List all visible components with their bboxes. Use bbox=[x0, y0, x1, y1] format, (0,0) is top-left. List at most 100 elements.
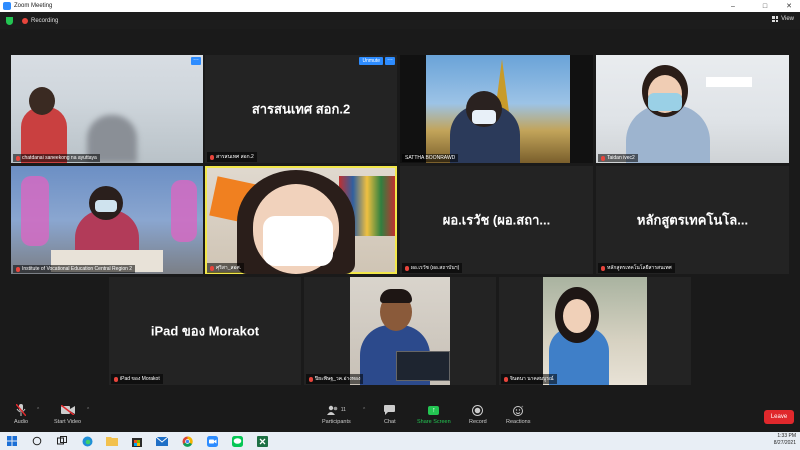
video-tile[interactable]: จินตนา นาคสมบูรณ์ bbox=[499, 277, 691, 385]
meeting-topbar: Recording View bbox=[0, 12, 800, 29]
clock-time: 1:33 PM bbox=[777, 433, 796, 439]
meeting-toolbar: Audio ⌃ Start Video ⌃ 11 Participants ⌃ … bbox=[0, 400, 800, 432]
file-explorer-icon[interactable] bbox=[105, 434, 119, 448]
microphone-muted-icon bbox=[16, 404, 27, 416]
flowers-left bbox=[21, 176, 49, 246]
participant-display-name: สารสนเทศ สอก.2 bbox=[251, 101, 351, 117]
store-icon[interactable] bbox=[130, 434, 144, 448]
windows-start-icon[interactable] bbox=[5, 434, 19, 448]
participant-name-tag: ผอ.เรวัช (ผอ.สถาบันฯ) bbox=[402, 263, 463, 273]
mic-muted-icon bbox=[405, 265, 409, 271]
participant-name-tag: Institute of Vocational Education Centra… bbox=[13, 265, 136, 273]
window-titlebar: Zoom Meeting – □ ✕ bbox=[0, 0, 800, 12]
face-mask bbox=[263, 216, 333, 266]
video-tile[interactable]: Taidan ivec2 bbox=[596, 55, 789, 163]
chrome-icon[interactable] bbox=[180, 434, 194, 448]
recording-dot-icon bbox=[22, 17, 28, 24]
mic-muted-icon bbox=[601, 155, 605, 161]
zoom-logo-icon bbox=[3, 2, 11, 10]
participant-name-tag: ศุริสา_สอศ. bbox=[207, 263, 245, 273]
participants-icon: 11 bbox=[326, 404, 346, 416]
maximize-button[interactable]: □ bbox=[754, 0, 776, 12]
chat-button[interactable]: Chat bbox=[384, 404, 396, 425]
share-screen-icon: ↑ bbox=[428, 404, 440, 416]
audio-options-caret[interactable]: ⌃ bbox=[36, 407, 40, 413]
participant-name-tag: iPad ของ Morakot bbox=[111, 374, 163, 384]
video-tile[interactable]: SATTHA BOONRAWD bbox=[400, 55, 593, 163]
face-mask bbox=[95, 200, 117, 212]
video-tile-active-speaker[interactable]: ศุริสา_สอศ. bbox=[205, 166, 397, 274]
mic-muted-icon bbox=[601, 265, 605, 271]
mic-muted-icon bbox=[210, 265, 214, 271]
face-mask bbox=[648, 93, 682, 111]
participant-head bbox=[29, 87, 55, 115]
reactions-button[interactable]: + Reactions bbox=[506, 404, 530, 426]
mic-muted-icon bbox=[504, 376, 508, 382]
video-gallery: … chatdanai saneekong na ayuttaya สารสนเ… bbox=[0, 29, 800, 400]
flowers-right bbox=[171, 180, 197, 242]
laptop bbox=[396, 351, 450, 381]
chat-bubble-icon bbox=[384, 404, 396, 416]
mic-muted-icon bbox=[114, 376, 118, 382]
air-conditioner bbox=[706, 77, 752, 87]
more-options-button[interactable]: … bbox=[191, 56, 201, 65]
video-tile[interactable]: … chatdanai saneekong na ayuttaya bbox=[11, 55, 203, 163]
video-tile[interactable]: สารสนเทศ สอก.2 Unmute … สารสนเทศ สอก.2 bbox=[205, 55, 397, 163]
video-tile[interactable]: Institute of Vocational Education Centra… bbox=[11, 166, 203, 274]
face-mask bbox=[472, 110, 496, 124]
zoom-app-icon[interactable] bbox=[205, 434, 219, 448]
participant-name-tag: จินตนา นาคสมบูรณ์ bbox=[501, 374, 557, 384]
participant-name-tag: หลักสูตรเทคโนโลยีสารสนเทศ bbox=[598, 263, 675, 273]
more-options-button[interactable]: … bbox=[385, 56, 395, 65]
mic-muted-icon bbox=[16, 266, 20, 272]
task-view-icon[interactable] bbox=[55, 434, 69, 448]
line-app-icon[interactable] bbox=[230, 434, 244, 448]
video-tile[interactable]: ผอ.เรวัช (ผอ.สถา... ผอ.เรวัช (ผอ.สถาบันฯ… bbox=[400, 166, 593, 274]
svg-text:+: + bbox=[521, 405, 524, 409]
video-options-caret[interactable]: ⌃ bbox=[86, 407, 90, 413]
view-label: View bbox=[781, 16, 794, 22]
video-tile[interactable]: iPad ของ Morakot iPad ของ Morakot bbox=[109, 277, 301, 385]
participant-name-tag: สารสนเทศ สอก.2 bbox=[207, 152, 257, 162]
mic-muted-icon bbox=[210, 154, 214, 160]
view-button[interactable]: View bbox=[772, 16, 794, 22]
windows-taskbar: 1:33 PM 8/27/2021 bbox=[0, 432, 800, 450]
participant-face bbox=[563, 299, 591, 333]
leave-button[interactable]: Leave bbox=[764, 410, 794, 424]
minimize-button[interactable]: – bbox=[722, 0, 744, 12]
window-title: Zoom Meeting bbox=[14, 3, 53, 9]
participant-name-tag: ปิยะพิษฐ_วค.อ่างทอง bbox=[306, 374, 364, 384]
record-button[interactable]: Record bbox=[469, 404, 487, 425]
participant-display-name: ผอ.เรวัช (ผอ.สถา... bbox=[442, 212, 551, 228]
participant-display-name: iPad ของ Morakot bbox=[150, 323, 260, 339]
participants-button[interactable]: 11 Participants bbox=[322, 404, 351, 425]
participant-name-tag: chatdanai saneekong na ayuttaya bbox=[13, 154, 100, 162]
video-tile[interactable]: ปิยะพิษฐ_วค.อ่างทอง bbox=[304, 277, 496, 385]
camera-off-icon bbox=[60, 404, 75, 416]
share-screen-button[interactable]: ↑ Share Screen bbox=[417, 404, 451, 425]
start-video-button[interactable]: Start Video bbox=[54, 404, 81, 425]
participant-display-name: หลักสูตรเทคโนโล... bbox=[636, 212, 749, 228]
participant-name-tag: Taidan ivec2 bbox=[598, 154, 638, 162]
participant-hair bbox=[380, 289, 412, 303]
encryption-shield-icon[interactable] bbox=[6, 16, 13, 25]
system-clock[interactable]: 1:33 PM 8/27/2021 bbox=[774, 433, 796, 447]
participant-name-tag: SATTHA BOONRAWD bbox=[402, 154, 459, 162]
mic-muted-icon bbox=[16, 155, 20, 161]
edge-browser-icon[interactable] bbox=[80, 434, 94, 448]
participants-count: 11 bbox=[340, 407, 346, 413]
close-button[interactable]: ✕ bbox=[778, 0, 800, 12]
clock-date: 8/27/2021 bbox=[773, 440, 796, 446]
participants-options-caret[interactable]: ⌃ bbox=[362, 407, 366, 413]
smiley-plus-icon: + bbox=[512, 404, 524, 416]
video-tile[interactable]: หลักสูตรเทคโนโล... หลักสูตรเทคโนโลยีสารส… bbox=[596, 166, 789, 274]
excel-icon[interactable] bbox=[255, 434, 269, 448]
mail-icon[interactable] bbox=[155, 434, 169, 448]
record-icon bbox=[472, 404, 484, 416]
recording-indicator: Recording bbox=[31, 17, 59, 24]
audio-button[interactable]: Audio bbox=[14, 404, 28, 425]
search-icon[interactable] bbox=[30, 434, 44, 448]
grid-view-icon bbox=[772, 16, 779, 22]
mic-muted-icon bbox=[309, 376, 313, 382]
unmute-button[interactable]: Unmute bbox=[359, 57, 383, 65]
